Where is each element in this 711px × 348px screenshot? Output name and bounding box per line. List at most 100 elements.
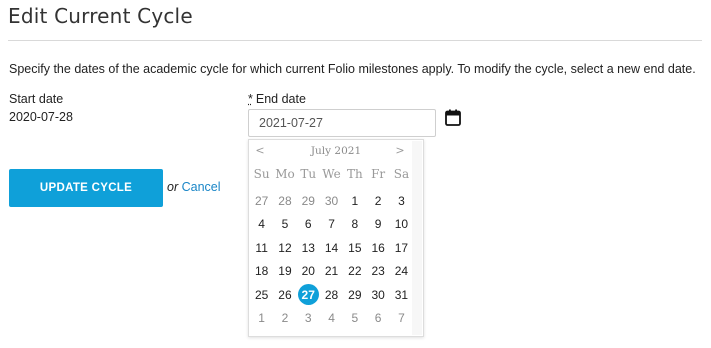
calendar-day[interactable]: 3 — [297, 307, 320, 331]
calendar-day-number: 5 — [281, 217, 289, 232]
update-cycle-button[interactable]: UPDATE CYCLE — [9, 169, 163, 207]
calendar-day[interactable]: 13 — [297, 236, 320, 260]
calendar-day-number: 10 — [394, 217, 409, 232]
calendar-day[interactable]: 28 — [273, 189, 296, 213]
weekday-header: Su Mo Tu We Th Fr Sa — [250, 167, 413, 181]
calendar-day-number: 15 — [348, 240, 362, 255]
calendar-day[interactable]: 21 — [320, 260, 343, 284]
calendar-day[interactable]: 5 — [273, 213, 296, 237]
calendar-day-grid: 27 28 29 30 1 2 3 4 5 6 7 8 9 10 11 12 13 14 15 16 17 18 19 20 2… — [250, 189, 413, 330]
or-text: or — [167, 180, 179, 194]
calendar-day[interactable]: 7 — [320, 213, 343, 237]
calendar-header: < July 2021 > — [249, 142, 423, 162]
calendar-day[interactable]: 1 — [250, 307, 273, 331]
page-description: Specify the dates of the academic cycle … — [9, 62, 696, 76]
calendar-day-number: 30 — [371, 287, 385, 302]
calendar-day[interactable]: 6 — [366, 307, 389, 331]
cancel-link[interactable]: Cancel — [182, 180, 221, 194]
calendar-day[interactable]: 30 — [320, 189, 343, 213]
calendar-day-number: 19 — [278, 264, 292, 279]
calendar-day-number: 2 — [281, 311, 289, 326]
calendar-day-number: 8 — [351, 217, 359, 232]
calendar-day[interactable]: 1 — [343, 189, 366, 213]
calendar-day[interactable]: 25 — [250, 283, 273, 307]
calendar-day-number: 28 — [278, 193, 292, 208]
calendar-day[interactable]: 23 — [366, 260, 389, 284]
calendar-day[interactable]: 29 — [343, 283, 366, 307]
cancel-group: or Cancel — [167, 180, 221, 194]
calendar-icon[interactable] — [445, 109, 461, 126]
calendar-day-number: 17 — [394, 240, 409, 255]
calendar-day-number: 3 — [398, 193, 405, 208]
calendar-day-number: 12 — [278, 240, 292, 255]
calendar-day-number: 26 — [278, 287, 292, 302]
start-date-label: Start date — [9, 92, 64, 106]
calendar-day[interactable]: 4 — [250, 213, 273, 237]
calendar-day-number: 18 — [254, 264, 269, 279]
calendar-day[interactable]: 8 — [343, 213, 366, 237]
end-date-label-group: * End date — [248, 92, 306, 106]
end-date-label: End date — [255, 92, 306, 106]
calendar-day-number: 6 — [374, 311, 382, 326]
calendar-day[interactable]: 29 — [297, 189, 320, 213]
calendar-day[interactable]: 9 — [366, 213, 389, 237]
calendar-day-number: 21 — [324, 264, 339, 279]
calendar-day-number: 9 — [374, 217, 382, 232]
calendar-day[interactable]: 19 — [273, 260, 296, 284]
calendar-day-number: 7 — [328, 217, 335, 232]
required-marker: * — [248, 92, 253, 106]
calendar-day[interactable]: 28 — [320, 283, 343, 307]
calendar-day[interactable]: 12 — [273, 236, 296, 260]
calendar-day[interactable]: 20 — [297, 260, 320, 284]
calendar-day-number: 3 — [304, 311, 312, 326]
weekday-label: Sa — [393, 167, 410, 181]
calendar-day-number: 5 — [351, 311, 359, 326]
calendar-day[interactable]: 2 — [366, 189, 389, 213]
calendar-day[interactable]: 7 — [390, 307, 413, 331]
calendar-day-number: 11 — [255, 240, 268, 255]
calendar-day[interactable]: 10 — [390, 213, 413, 237]
calendar-day[interactable]: 5 — [343, 307, 366, 331]
calendar-day-number: 25 — [254, 287, 269, 302]
calendar-day[interactable]: 4 — [320, 307, 343, 331]
calendar-day[interactable]: 17 — [390, 236, 413, 260]
calendar-day-number: 20 — [301, 264, 315, 279]
calendar-day-number: 24 — [394, 264, 409, 279]
calendar-day[interactable]: 2 — [273, 307, 296, 331]
weekday-label: Tu — [300, 167, 317, 181]
calendar-day[interactable]: 26 — [273, 283, 296, 307]
calendar-day-number: 23 — [371, 264, 385, 279]
calendar-scrollbar[interactable] — [412, 141, 422, 335]
page-title: Edit Current Cycle — [8, 4, 193, 28]
calendar-day[interactable]: 18 — [250, 260, 273, 284]
weekday-label: Fr — [371, 167, 386, 181]
calendar-day-number: 13 — [301, 240, 315, 255]
calendar-day[interactable]: 24 — [390, 260, 413, 284]
calendar-day[interactable]: 31 — [390, 283, 413, 307]
title-divider — [8, 40, 702, 41]
calendar-day-number: 6 — [304, 217, 312, 232]
calendar-day-number: 16 — [371, 240, 385, 255]
calendar-day-number: 1 — [258, 311, 265, 326]
calendar-day[interactable]: 11 — [250, 236, 273, 260]
calendar-day-selected[interactable]: 27 — [297, 283, 320, 307]
calendar-day[interactable]: 6 — [297, 213, 320, 237]
calendar-day-number: 28 — [324, 287, 339, 302]
calendar-day[interactable]: 16 — [366, 236, 389, 260]
weekday-label: We — [322, 167, 341, 181]
calendar-day-number: 4 — [328, 311, 335, 326]
end-date-input[interactable] — [248, 109, 436, 137]
calendar-day[interactable]: 14 — [320, 236, 343, 260]
date-picker-popup: < July 2021 > Su Mo Tu We Th Fr Sa 27 28 29 30 1 2 3… — [248, 139, 424, 337]
calendar-day-number: 7 — [398, 311, 405, 326]
calendar-day[interactable]: 15 — [343, 236, 366, 260]
calendar-day[interactable]: 30 — [366, 283, 389, 307]
weekday-label: Th — [346, 167, 363, 181]
calendar-day-number: 1 — [351, 193, 359, 208]
calendar-day[interactable]: 27 — [250, 189, 273, 213]
calendar-day-number: 31 — [394, 287, 409, 302]
next-month-button[interactable]: > — [393, 144, 407, 157]
calendar-day[interactable]: 22 — [343, 260, 366, 284]
calendar-day[interactable]: 3 — [390, 189, 413, 213]
calendar-day-number: 29 — [301, 193, 315, 208]
